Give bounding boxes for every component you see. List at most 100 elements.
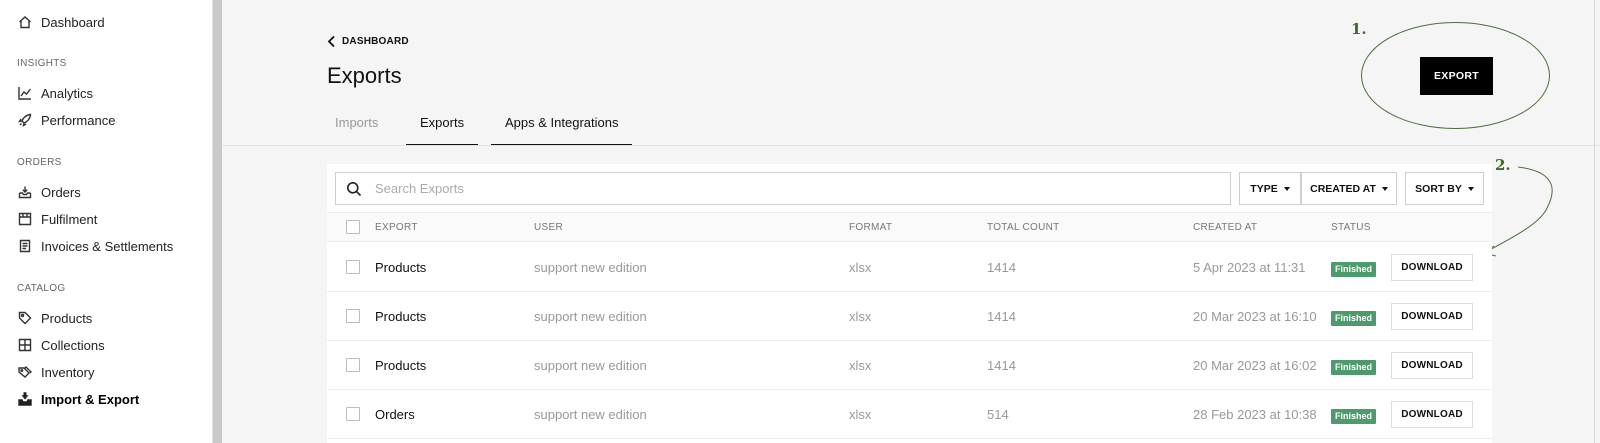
inbox-icon xyxy=(18,186,32,199)
sidebar-item-performance[interactable]: Performance xyxy=(18,111,115,129)
cell-created-at: 5 Apr 2023 at 11:31 xyxy=(1193,260,1306,275)
sidebar-scrollbar[interactable] xyxy=(213,0,222,443)
filter-label: CREATED AT xyxy=(1310,182,1376,195)
sidebar-item-label: Invoices & Settlements xyxy=(41,238,174,254)
sidebar-item-label: Fulfilment xyxy=(41,211,98,227)
sidebar-item-invoices[interactable]: Invoices & Settlements xyxy=(18,237,173,255)
column-format: FORMAT xyxy=(849,222,893,233)
page-scrollbar[interactable] xyxy=(1594,0,1595,443)
sidebar-item-label: Products xyxy=(41,310,93,326)
cell-format: xlsx xyxy=(849,309,872,324)
filter-created-at[interactable]: CREATED AT xyxy=(1301,172,1397,205)
table-row: Products support new edition xlsx 1414 2… xyxy=(327,292,1492,341)
rocket-icon xyxy=(18,113,32,127)
sidebar-item-dashboard[interactable]: Dashboard xyxy=(18,13,105,31)
download-button[interactable]: DOWNLOAD xyxy=(1391,401,1473,428)
download-button[interactable]: DOWNLOAD xyxy=(1391,303,1473,330)
sidebar-item-label: Collections xyxy=(41,337,105,353)
cell-user: support new edition xyxy=(534,260,647,275)
status-badge: Finished xyxy=(1331,360,1377,375)
cell-export: Products xyxy=(375,260,427,275)
sidebar-item-label: Performance xyxy=(41,112,116,128)
sidebar-item-analytics[interactable]: Analytics xyxy=(18,84,93,102)
column-status: STATUS xyxy=(1331,222,1371,233)
document-icon xyxy=(19,239,31,253)
cell-format: xlsx xyxy=(849,407,872,422)
row-checkbox[interactable] xyxy=(346,260,360,274)
column-export: EXPORT xyxy=(375,222,418,233)
sidebar-heading-orders: ORDERS xyxy=(17,157,62,168)
sidebar-item-fulfilment[interactable]: Fulfilment xyxy=(18,210,97,228)
tab-exports[interactable]: Exports xyxy=(406,115,479,146)
cell-export: Products xyxy=(375,358,427,373)
home-icon xyxy=(19,16,31,29)
sidebar-item-label: Analytics xyxy=(41,85,94,101)
chart-line-icon xyxy=(18,87,32,100)
cell-total-count: 514 xyxy=(987,407,1009,422)
exports-card: TYPE CREATED AT SORT BY EXPORT USER FORM… xyxy=(327,164,1492,443)
download-button[interactable]: DOWNLOAD xyxy=(1391,352,1473,379)
cell-format: xlsx xyxy=(849,260,872,275)
status-badge: Finished xyxy=(1331,262,1377,277)
tab-imports[interactable]: Imports xyxy=(335,115,378,146)
cell-export: Products xyxy=(375,309,427,324)
annotation-arrow xyxy=(1483,166,1553,257)
page-title: Exports xyxy=(327,63,402,88)
select-all-checkbox[interactable] xyxy=(346,220,360,234)
tab-apps-integrations[interactable]: Apps & Integrations xyxy=(491,115,633,146)
cell-created-at: 20 Mar 2023 at 16:02 xyxy=(1193,358,1317,373)
table-row: Products support new edition xlsx 1414 2… xyxy=(327,341,1492,390)
status-badge: Finished xyxy=(1331,409,1377,424)
sidebar-item-products[interactable]: Products xyxy=(18,309,92,327)
cell-total-count: 1414 xyxy=(987,260,1016,275)
download-button[interactable]: DOWNLOAD xyxy=(1391,254,1473,281)
cell-export: Orders xyxy=(375,407,415,422)
table-header: EXPORT USER FORMAT TOTAL COUNT CREATED A… xyxy=(327,212,1492,242)
back-label: DASHBOARD xyxy=(342,36,409,47)
filter-label: SORT BY xyxy=(1415,182,1462,195)
grid-icon xyxy=(18,338,32,352)
annotation-ellipse xyxy=(1361,22,1550,129)
cell-user: support new edition xyxy=(534,358,647,373)
cell-created-at: 28 Feb 2023 at 10:38 xyxy=(1193,407,1317,422)
cell-format: xlsx xyxy=(849,358,872,373)
chevron-left-icon xyxy=(327,35,335,48)
filter-label: TYPE xyxy=(1250,182,1278,195)
sidebar-item-label: Import & Export xyxy=(41,391,140,407)
cell-user: support new edition xyxy=(534,407,647,422)
cell-user: support new edition xyxy=(534,309,647,324)
sidebar-item-import-export[interactable]: Import & Export xyxy=(18,390,139,408)
sidebar-item-label: Orders xyxy=(41,184,81,200)
column-created-at: CREATED AT xyxy=(1193,222,1258,233)
table-row: Orders support new edition xlsx 514 28 F… xyxy=(327,390,1492,439)
search-box[interactable] xyxy=(335,172,1231,205)
filter-sort-by[interactable]: SORT BY xyxy=(1405,172,1484,205)
tag-icon xyxy=(18,311,32,325)
sidebar-heading-insights: INSIGHTS xyxy=(17,58,67,69)
search-icon xyxy=(347,181,362,196)
sidebar: Dashboard INSIGHTS Analytics Performance… xyxy=(0,0,213,443)
caret-down-icon xyxy=(1467,186,1474,191)
tags-icon xyxy=(18,366,32,378)
row-checkbox[interactable] xyxy=(346,309,360,323)
package-icon xyxy=(18,212,32,226)
cell-total-count: 1414 xyxy=(987,358,1016,373)
sidebar-item-label: Inventory xyxy=(41,364,95,380)
sidebar-item-inventory[interactable]: Inventory xyxy=(18,363,94,381)
import-export-icon xyxy=(18,392,32,406)
column-user: USER xyxy=(534,222,563,233)
caret-down-icon xyxy=(1283,186,1290,191)
row-checkbox[interactable] xyxy=(346,358,360,372)
table-row: Products support new edition xlsx 1414 5… xyxy=(327,243,1492,292)
filter-type[interactable]: TYPE xyxy=(1239,172,1301,205)
sidebar-item-collections[interactable]: Collections xyxy=(18,336,105,354)
caret-down-icon xyxy=(1381,186,1388,191)
column-total-count: TOTAL COUNT xyxy=(987,222,1060,233)
status-badge: Finished xyxy=(1331,311,1377,326)
sidebar-item-label: Dashboard xyxy=(41,14,105,30)
search-input[interactable] xyxy=(375,181,1195,196)
row-checkbox[interactable] xyxy=(346,407,360,421)
sidebar-item-orders[interactable]: Orders xyxy=(18,183,81,201)
back-link[interactable]: DASHBOARD xyxy=(327,35,409,48)
sidebar-heading-catalog: CATALOG xyxy=(17,283,66,294)
